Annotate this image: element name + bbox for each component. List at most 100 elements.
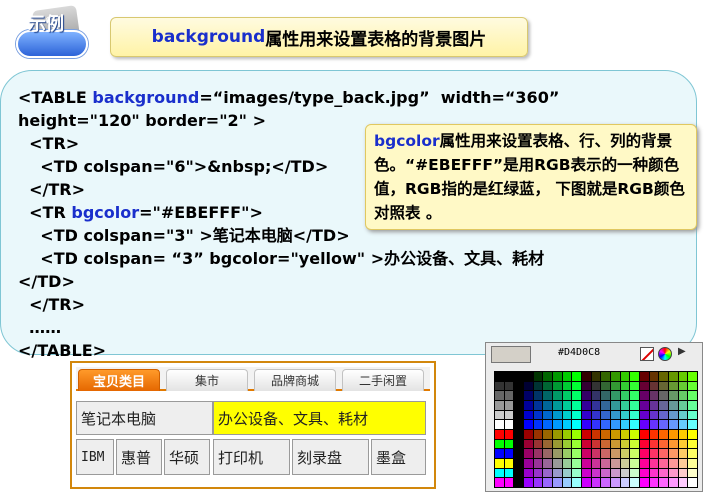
color-cell[interactable] <box>591 478 601 487</box>
color-cell[interactable] <box>601 372 610 381</box>
menu-arrow-icon[interactable]: ▶ <box>678 346 686 357</box>
color-cell[interactable] <box>562 401 572 410</box>
color-cell[interactable] <box>688 381 697 391</box>
color-cell[interactable] <box>572 410 581 420</box>
color-cell[interactable] <box>514 459 523 468</box>
color-cell[interactable] <box>669 391 678 400</box>
color-cell[interactable] <box>504 410 514 420</box>
color-cell[interactable] <box>572 401 581 410</box>
color-cell[interactable] <box>504 439 514 449</box>
color-cell[interactable] <box>630 391 639 400</box>
color-cell[interactable] <box>640 430 649 439</box>
color-cell[interactable] <box>504 430 514 439</box>
color-cell[interactable] <box>533 381 543 391</box>
color-cell[interactable] <box>659 410 668 420</box>
color-cell[interactable] <box>611 381 620 391</box>
color-cell[interactable] <box>533 410 543 420</box>
color-cell[interactable] <box>649 439 659 449</box>
color-cell[interactable] <box>572 439 581 449</box>
tab-second-hand[interactable]: 二手闲置 <box>342 369 424 391</box>
color-cell[interactable] <box>591 381 601 391</box>
color-cell[interactable] <box>495 430 504 439</box>
color-cell[interactable] <box>678 459 688 468</box>
color-cell[interactable] <box>543 391 552 400</box>
color-cell[interactable] <box>562 468 572 478</box>
color-cell[interactable] <box>678 420 688 429</box>
color-cell[interactable] <box>572 478 581 487</box>
color-cell[interactable] <box>678 391 688 400</box>
color-cell[interactable] <box>514 430 523 439</box>
color-cell[interactable] <box>591 372 601 381</box>
color-cell[interactable] <box>630 372 639 381</box>
color-cell[interactable] <box>591 459 601 468</box>
color-cell[interactable] <box>533 372 543 381</box>
color-cell[interactable] <box>591 468 601 478</box>
color-cell[interactable] <box>533 401 543 410</box>
color-cell[interactable] <box>543 372 552 381</box>
color-cell[interactable] <box>524 478 533 487</box>
color-cell[interactable] <box>553 420 562 429</box>
color-cell[interactable] <box>688 401 697 410</box>
color-cell[interactable] <box>649 478 659 487</box>
color-cell[interactable] <box>514 391 523 400</box>
color-cell[interactable] <box>524 410 533 420</box>
color-cell[interactable] <box>495 468 504 478</box>
color-cell[interactable] <box>553 372 562 381</box>
color-cell[interactable] <box>582 381 591 391</box>
color-cell[interactable] <box>543 410 552 420</box>
color-cell[interactable] <box>562 449 572 458</box>
color-cell[interactable] <box>495 381 504 391</box>
color-cell[interactable] <box>620 420 630 429</box>
color-cell[interactable] <box>504 449 514 458</box>
color-cell[interactable] <box>611 459 620 468</box>
color-cell[interactable] <box>688 410 697 420</box>
color-cell[interactable] <box>504 468 514 478</box>
color-cell[interactable] <box>591 410 601 420</box>
color-cell[interactable] <box>688 430 697 439</box>
color-cell[interactable] <box>562 381 572 391</box>
color-cell[interactable] <box>572 449 581 458</box>
tab-market[interactable]: 集市 <box>166 369 248 391</box>
color-cell[interactable] <box>640 372 649 381</box>
color-cell[interactable] <box>572 372 581 381</box>
color-cell[interactable] <box>620 449 630 458</box>
color-cell[interactable] <box>669 439 678 449</box>
color-cell[interactable] <box>630 420 639 429</box>
color-cell[interactable] <box>601 420 610 429</box>
color-cell[interactable] <box>669 372 678 381</box>
color-cell[interactable] <box>524 372 533 381</box>
color-cell[interactable] <box>669 410 678 420</box>
color-cell[interactable] <box>630 430 639 439</box>
color-cell[interactable] <box>620 381 630 391</box>
color-cell[interactable] <box>688 391 697 400</box>
color-cell[interactable] <box>611 430 620 439</box>
color-cell[interactable] <box>659 420 668 429</box>
color-cell[interactable] <box>669 459 678 468</box>
color-cell[interactable] <box>524 391 533 400</box>
color-cell[interactable] <box>630 439 639 449</box>
color-cell[interactable] <box>649 459 659 468</box>
color-cell[interactable] <box>659 381 668 391</box>
color-cell[interactable] <box>601 401 610 410</box>
color-cell[interactable] <box>688 449 697 458</box>
color-cell[interactable] <box>611 439 620 449</box>
color-cell[interactable] <box>591 401 601 410</box>
color-cell[interactable] <box>678 401 688 410</box>
color-cell[interactable] <box>649 449 659 458</box>
color-cell[interactable] <box>649 372 659 381</box>
color-cell[interactable] <box>543 381 552 391</box>
color-cell[interactable] <box>669 420 678 429</box>
color-cell[interactable] <box>495 439 504 449</box>
color-cell[interactable] <box>553 381 562 391</box>
color-cell[interactable] <box>611 410 620 420</box>
color-cell[interactable] <box>524 381 533 391</box>
color-cell[interactable] <box>514 381 523 391</box>
color-cell[interactable] <box>572 381 581 391</box>
color-cell[interactable] <box>582 478 591 487</box>
color-cell[interactable] <box>553 401 562 410</box>
tab-brand-mall[interactable]: 品牌商城 <box>254 369 336 391</box>
color-cell[interactable] <box>659 449 668 458</box>
color-cell[interactable] <box>601 468 610 478</box>
color-cell[interactable] <box>620 430 630 439</box>
color-cell[interactable] <box>640 478 649 487</box>
